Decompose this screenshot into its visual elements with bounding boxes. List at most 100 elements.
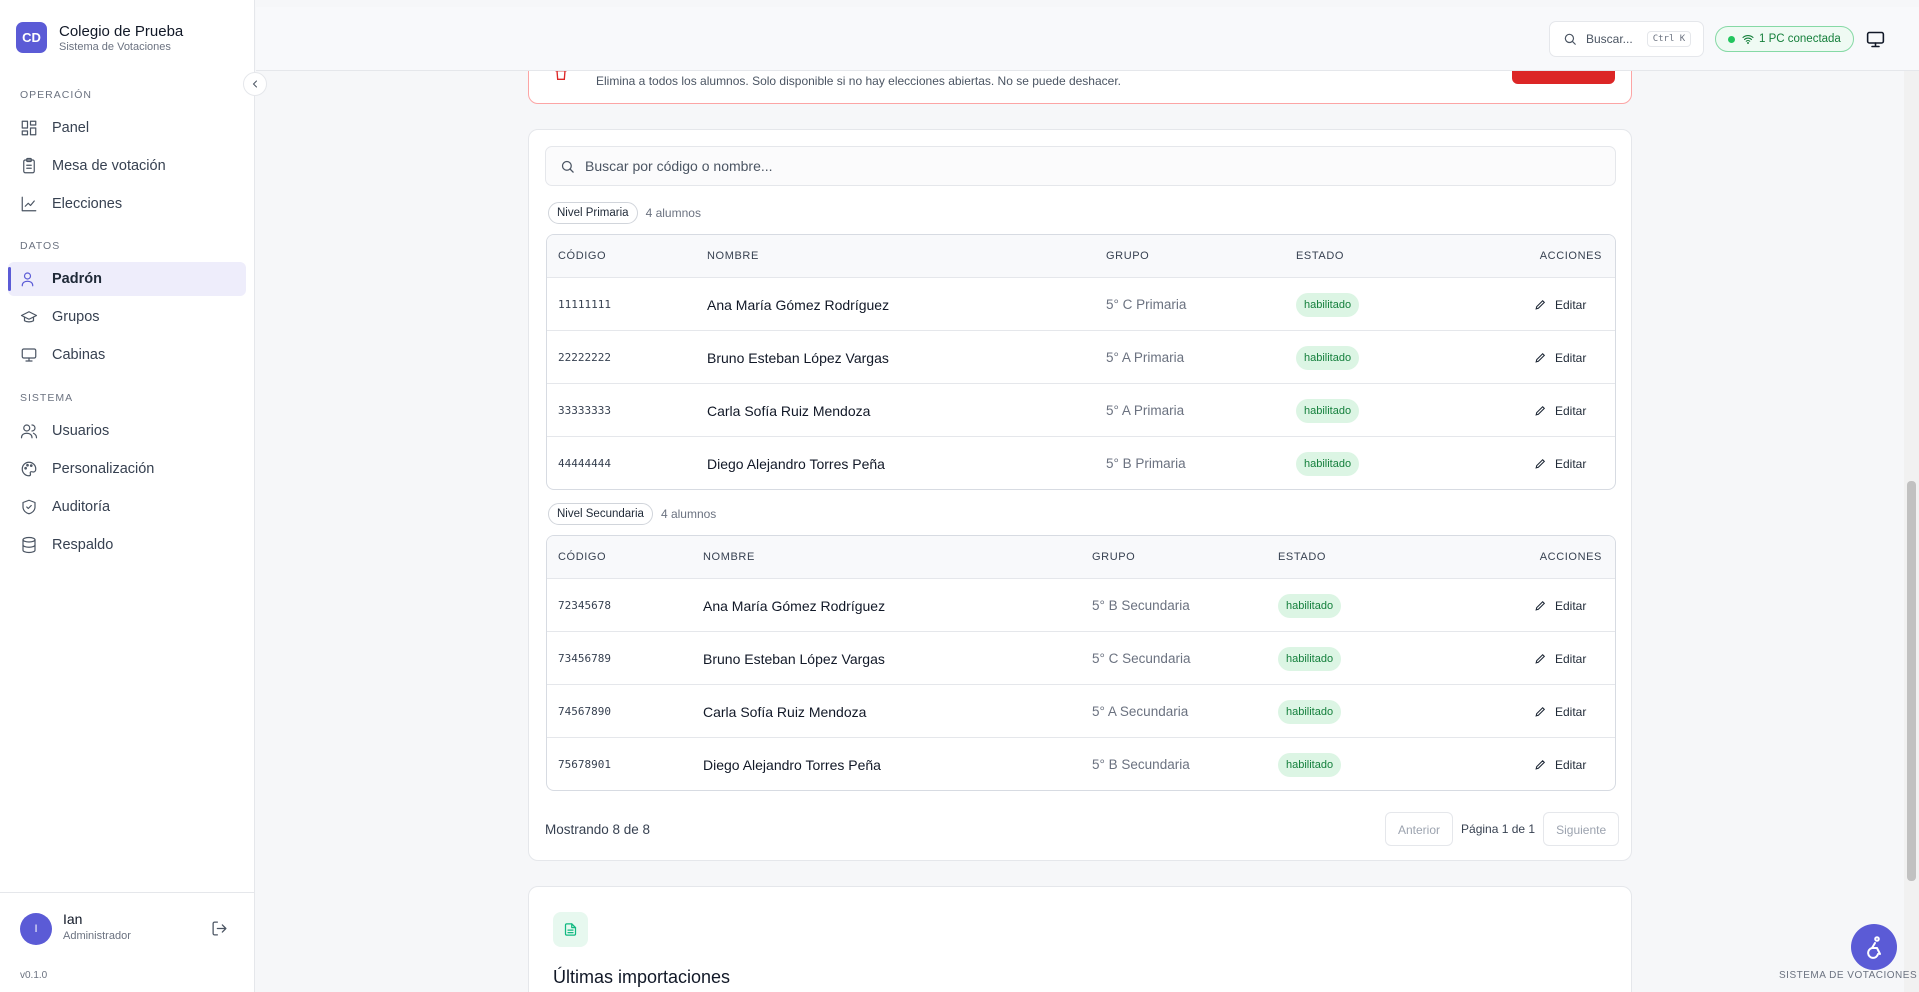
user-role: Administrador	[63, 930, 131, 942]
student-name: Bruno Esteban López Vargas	[703, 650, 885, 667]
scrollbar-thumb[interactable]	[1907, 481, 1916, 881]
edit-button-label: Editar	[1555, 757, 1587, 772]
danger-description: Elimina a todos los alumnos. Solo dispon…	[596, 74, 1121, 88]
pencil-icon	[1535, 600, 1546, 611]
edit-button[interactable]: Editar	[1534, 632, 1586, 685]
status-badge: habilitado	[1278, 579, 1342, 632]
student-group: 5° C Primaria	[1106, 297, 1187, 312]
student-group: 5° B Primaria	[1106, 456, 1186, 471]
edit-button[interactable]: Editar	[1534, 579, 1586, 632]
connection-status-text: 1 PC conectada	[1759, 33, 1841, 45]
student-code: 44444444	[558, 457, 611, 470]
clipboard-list-icon	[23, 157, 35, 174]
user-panel: I Ian Administrador v0.1.0	[0, 892, 255, 992]
sidebar-item-usuarios[interactable]: Usuarios	[8, 414, 246, 448]
sidebar-item-label: Usuarios	[52, 423, 110, 439]
edit-button-label: Editar	[1555, 456, 1587, 471]
student-search-input[interactable]: Buscar por código o nombre...	[545, 146, 1616, 186]
sidebar-item-auditoria[interactable]: Auditoría	[8, 490, 246, 524]
column-header-group: GRUPO	[1106, 250, 1150, 262]
student-code: 72345678	[558, 599, 611, 612]
accessibility-icon	[1867, 936, 1881, 959]
shortcut-hint: Ctrl K	[1646, 31, 1692, 47]
sidebar-item-label: Grupos	[52, 309, 100, 325]
student-group: 5° A Primaria	[1106, 403, 1185, 418]
level-header-secundaria: Nivel Secundaria 4 alumnos	[548, 503, 716, 525]
user-name: Ian	[63, 911, 83, 927]
edit-button[interactable]: Editar	[1534, 437, 1587, 489]
sidebar-item-cabinas[interactable]: Cabinas	[8, 338, 246, 372]
status-badge: habilitado	[1296, 384, 1360, 437]
students-table-primaria: CÓDIGO NOMBRE GRUPO ESTADO ACCIONES 1111…	[546, 234, 1616, 490]
column-header-code: CÓDIGO	[558, 250, 607, 262]
accessibility-button[interactable]	[1851, 924, 1897, 970]
student-code: 11111111	[558, 298, 611, 311]
edit-button[interactable]: Editar	[1534, 384, 1586, 437]
status-badge: habilitado	[1278, 632, 1342, 685]
previous-page-button[interactable]: Anterior	[1385, 812, 1454, 846]
edit-button[interactable]: Editar	[1534, 331, 1586, 384]
sidebar-item-personalizacion[interactable]: Personalización	[8, 452, 246, 486]
status-badge-label: habilitado	[1278, 593, 1342, 618]
student-code: 73456789	[558, 652, 611, 665]
search-icon	[1564, 33, 1576, 45]
student-search-placeholder: Buscar por código o nombre...	[585, 158, 773, 174]
next-page-button[interactable]: Siguiente	[1543, 812, 1620, 846]
brand-subtitle: Sistema de Votaciones	[59, 40, 171, 53]
users-icon	[20, 424, 38, 439]
system-label: SISTEMA DE VOTACIONES	[1779, 970, 1918, 981]
student-group: 5° B Secundaria	[1092, 598, 1190, 613]
display-mode-button[interactable]	[1865, 29, 1886, 55]
status-badge: habilitado	[1296, 278, 1360, 331]
column-header-code: CÓDIGO	[558, 551, 607, 563]
sidebar-item-panel[interactable]: Panel	[8, 111, 246, 145]
student-group: 5° C Secundaria	[1092, 651, 1191, 666]
global-search-button[interactable]: Buscar... Ctrl K	[1549, 21, 1704, 57]
student-code: 75678901	[558, 758, 611, 771]
imports-title: Últimas importaciones	[553, 967, 731, 987]
brand[interactable]: CD Colegio de Prueba Sistema de Votacion…	[16, 22, 183, 53]
logout-button[interactable]	[211, 920, 228, 942]
sidebar-item-grupos[interactable]: Grupos	[8, 300, 246, 334]
edit-button[interactable]: Editar	[1534, 278, 1586, 331]
sidebar-item-label: Panel	[52, 120, 90, 136]
topbar: Buscar... Ctrl K 1 PC conectada	[256, 7, 1919, 71]
table-header: CÓDIGO NOMBRE GRUPO ESTADO ACCIONES	[547, 536, 1615, 578]
pencil-icon	[1535, 299, 1546, 310]
search-icon	[561, 160, 574, 173]
section-label-datos: DATOS	[20, 240, 61, 252]
sidebar-item-elecciones[interactable]: Elecciones	[8, 187, 246, 221]
table-header: CÓDIGO NOMBRE GRUPO ESTADO ACCIONES	[547, 235, 1615, 277]
sidebar-item-mesa-de-votacion[interactable]: Mesa de votación	[8, 149, 246, 183]
column-header-group: GRUPO	[1092, 551, 1136, 563]
brand-name: Colegio de Prueba	[59, 22, 184, 40]
shield-check-icon	[22, 499, 36, 515]
global-search-placeholder: Buscar...	[1586, 32, 1633, 46]
student-name: Ana María Gómez Rodríguez	[707, 296, 890, 313]
monitor-icon	[1866, 31, 1885, 48]
avatar: I	[20, 913, 52, 945]
connection-status-badge[interactable]: 1 PC conectada	[1715, 26, 1854, 52]
sidebar-item-label: Mesa de votación	[52, 158, 166, 174]
edit-button[interactable]: Editar	[1534, 685, 1586, 738]
pencil-icon	[1535, 352, 1546, 363]
edit-button[interactable]: Editar	[1534, 738, 1587, 790]
file-text-icon	[564, 923, 577, 936]
scrollbar[interactable]	[1904, 71, 1919, 992]
sidebar-item-label: Personalización	[52, 461, 155, 477]
student-code: 33333333	[558, 404, 611, 417]
sidebar-item-respaldo[interactable]: Respaldo	[8, 528, 246, 562]
status-badge: habilitado	[1296, 437, 1360, 489]
import-icon-box	[553, 912, 588, 947]
status-badge-label: habilitado	[1278, 699, 1342, 724]
graduation-cap-icon	[20, 311, 38, 323]
sidebar-item-padron[interactable]: Padrón	[8, 262, 246, 296]
edit-button-label: Editar	[1555, 403, 1587, 418]
edit-button-label: Editar	[1555, 704, 1587, 719]
level-header-primaria: Nivel Primaria 4 alumnos	[548, 202, 701, 224]
column-header-actions: ACCIONES	[1539, 551, 1602, 563]
sidebar-item-label: Padrón	[52, 271, 102, 287]
status-badge-label: habilitado	[1296, 292, 1360, 317]
collapse-sidebar-button[interactable]	[243, 72, 267, 96]
student-group: 5° B Secundaria	[1092, 757, 1190, 772]
